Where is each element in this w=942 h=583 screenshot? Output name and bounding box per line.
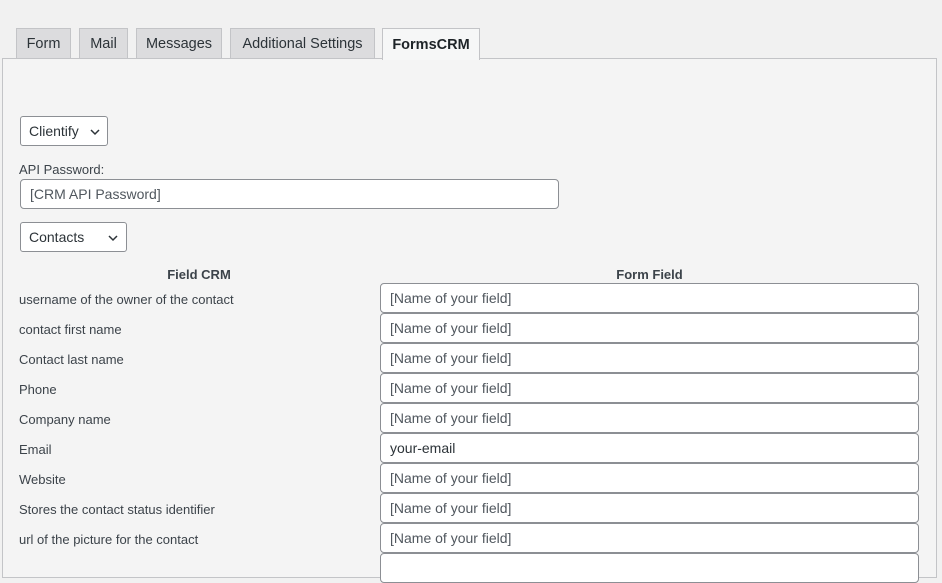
- row-label: Email: [19, 442, 52, 457]
- form-field-input-partial[interactable]: [380, 553, 919, 583]
- form-field-input[interactable]: [Name of your field]: [380, 523, 919, 553]
- row-label: contact first name: [19, 322, 122, 337]
- form-field-input[interactable]: [Name of your field]: [380, 373, 919, 403]
- form-field-input[interactable]: [Name of your field]: [380, 343, 919, 373]
- form-field-input[interactable]: your-email: [380, 433, 919, 463]
- header-form-field: Form Field: [616, 267, 683, 282]
- row-label: Contact last name: [19, 352, 124, 367]
- form-field-input[interactable]: [Name of your field]: [380, 283, 919, 313]
- module-select[interactable]: Contacts: [20, 222, 127, 252]
- row-label: username of the owner of the contact: [19, 292, 234, 307]
- row-label: Company name: [19, 412, 111, 427]
- row-label: Website: [19, 472, 66, 487]
- row-label: Stores the contact status identifier: [19, 502, 215, 517]
- form-field-input[interactable]: [Name of your field]: [380, 493, 919, 523]
- panel-content: Clientify API Password: [CRM API Passwor…: [0, 0, 942, 583]
- api-password-label: API Password:: [19, 162, 105, 177]
- row-label: url of the picture for the contact: [19, 532, 199, 547]
- header-field-crm: Field CRM: [167, 267, 231, 282]
- module-select-value: Contacts: [29, 229, 85, 245]
- form-field-input[interactable]: [Name of your field]: [380, 313, 919, 343]
- row-label: Phone: [19, 382, 57, 397]
- crm-select[interactable]: Clientify: [20, 116, 108, 146]
- chevron-down-icon: [90, 129, 100, 136]
- api-password-input[interactable]: [CRM API Password]: [20, 179, 559, 209]
- chevron-down-icon: [108, 235, 118, 242]
- form-field-input[interactable]: [Name of your field]: [380, 463, 919, 493]
- form-field-input[interactable]: [Name of your field]: [380, 403, 919, 433]
- crm-select-value: Clientify: [29, 123, 79, 139]
